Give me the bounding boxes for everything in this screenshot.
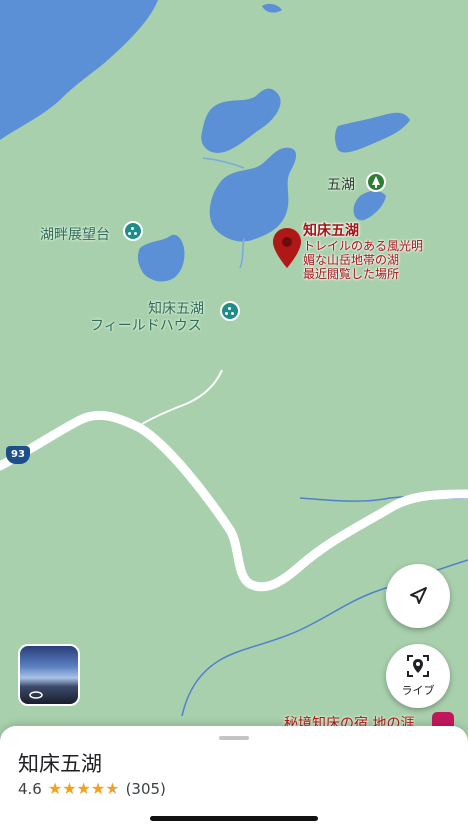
- star-icon: ★: [90, 779, 106, 798]
- live-view-button[interactable]: ライブ: [386, 644, 450, 708]
- navigate-button[interactable]: [386, 564, 450, 628]
- visitor-center-icon[interactable]: [220, 301, 240, 321]
- star-icon: ★: [76, 779, 91, 798]
- rotate-360-icon: [29, 691, 43, 699]
- place-title: 知床五湖: [18, 752, 102, 776]
- review-count: (305): [125, 780, 166, 798]
- poi-label-fieldhouse-1: 知床五湖: [148, 301, 204, 317]
- star-icon: ★: [47, 779, 63, 798]
- park-icon[interactable]: [366, 172, 386, 192]
- star-icon: ★: [62, 779, 77, 798]
- place-sheet[interactable]: 知床五湖 4.6 ★ ★ ★ ★ ★ (305): [0, 726, 468, 830]
- viewpoint-icon[interactable]: [123, 221, 143, 241]
- highway-shield: 93: [6, 446, 30, 464]
- sheet-handle[interactable]: [219, 736, 249, 740]
- star-half-icon: ★: [105, 779, 120, 798]
- poi-label-viewpoint: 湖畔展望台: [40, 227, 110, 243]
- rating-value: 4.6: [18, 780, 42, 798]
- navigation-arrow-icon: [410, 587, 427, 604]
- location-pin-icon[interactable]: [272, 228, 302, 268]
- pin-label: 知床五湖 トレイルのある風光明 媚な山岳地帯の湖 最近閲覧した場所: [303, 223, 423, 281]
- live-view-pin-icon: [407, 655, 429, 677]
- pin-desc-1: トレイルのある風光明: [303, 239, 424, 253]
- poi-label-lake5: 五湖: [327, 177, 355, 193]
- pin-desc-3: 最近閲覧した場所: [303, 267, 400, 281]
- home-indicator: [150, 816, 318, 821]
- street-view-thumbnail[interactable]: [18, 644, 80, 706]
- rating-row[interactable]: 4.6 ★ ★ ★ ★ ★ (305): [18, 780, 166, 798]
- poi-label-fieldhouse-2: フィールドハウス: [90, 318, 202, 334]
- live-label: ライブ: [401, 684, 435, 697]
- rating-stars: ★ ★ ★ ★ ★: [48, 781, 120, 797]
- pin-desc-2: 媚な山岳地帯の湖: [303, 253, 400, 267]
- pin-title: 知床五湖: [303, 223, 359, 239]
